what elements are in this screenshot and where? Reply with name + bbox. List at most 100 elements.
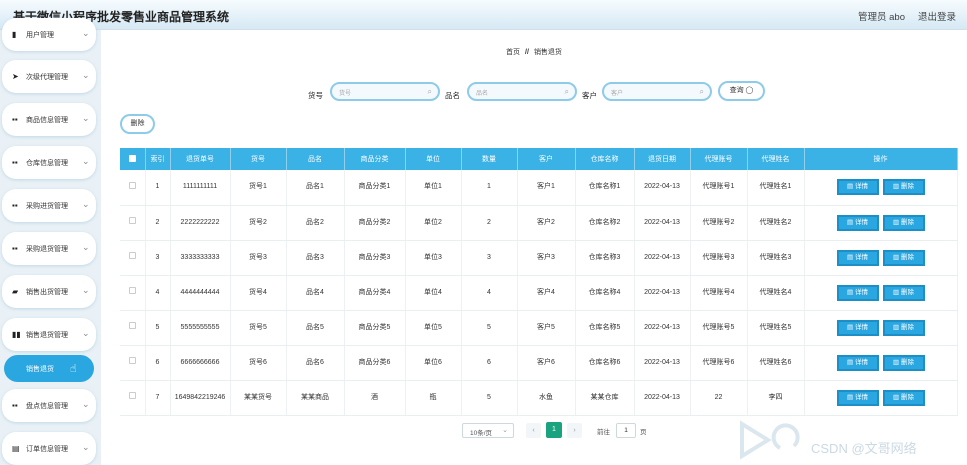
delete-button[interactable]: ▥ 删除: [882, 214, 925, 231]
grid-icon: ▪▪: [12, 115, 18, 124]
table-cell: 商品分类3: [344, 240, 406, 276]
sidebar-item-orders[interactable]: ▤ 订单信息管理 ⌄: [2, 432, 96, 465]
table-cell: 品名1: [286, 170, 345, 206]
select-all-checkbox[interactable]: [120, 148, 146, 170]
column-header[interactable]: 仓库名称: [575, 148, 635, 170]
document-icon: ▤: [12, 444, 20, 453]
row-checkbox[interactable]: [120, 205, 146, 241]
sidebar-item-purchase-in[interactable]: ▪▪ 采购进货管理 ⌄: [2, 189, 96, 222]
row-checkbox[interactable]: [120, 275, 146, 311]
sidebar-item-warehouse[interactable]: ▪▪ 仓库信息管理 ⌄: [2, 146, 96, 179]
search-input-item-no[interactable]: 货号 ⌕: [330, 82, 440, 101]
detail-button[interactable]: ▤ 详情: [836, 284, 879, 301]
table-cell: 2022-04-13: [634, 170, 691, 206]
table-cell: 品名5: [286, 310, 345, 346]
table-cell: 代理姓名3: [747, 240, 805, 276]
logout-link[interactable]: 退出登录: [918, 9, 956, 23]
search-label-customer: 客户: [582, 91, 597, 100]
detail-button[interactable]: ▤ 详情: [836, 249, 879, 266]
detail-button[interactable]: ▤ 详情: [836, 179, 879, 196]
delete-button[interactable]: ▥ 删除: [882, 389, 925, 406]
delete-button[interactable]: ▥ 删除: [882, 319, 925, 336]
detail-button[interactable]: ▤ 详情: [836, 214, 879, 231]
pagination: 10条/页 ⌄ ‹ 1 › 前往 1 页: [101, 422, 967, 442]
sidebar-item-users[interactable]: ▮ 用户管理 ⌄: [2, 18, 96, 51]
goto-page-input[interactable]: 1: [616, 423, 636, 438]
table-cell: 酒: [344, 380, 406, 416]
sidebar-item-goods[interactable]: ▪▪ 商品信息管理 ⌄: [2, 103, 96, 136]
row-checkbox[interactable]: [120, 380, 146, 416]
row-actions: ▤ 详情 ▥ 删除: [804, 345, 958, 381]
column-header[interactable]: 货号: [230, 148, 287, 170]
chevron-down-icon: ⌄: [82, 28, 90, 38]
sidebar-item-purchase-return[interactable]: ▪▪ 采购退货管理 ⌄: [2, 232, 96, 265]
table-cell: 代理账号2: [690, 205, 748, 241]
table-cell: 瓶: [405, 380, 462, 416]
sidebar-item-sub-agent[interactable]: ➤ 次级代理管理 ⌄: [2, 60, 96, 93]
row-checkbox[interactable]: [120, 240, 146, 276]
delete-button[interactable]: ▥ 删除: [882, 179, 925, 196]
table-cell: 4: [145, 275, 171, 311]
batch-delete-button[interactable]: 删除: [120, 114, 155, 134]
column-header[interactable]: 单位: [405, 148, 462, 170]
table-cell: 品名4: [286, 275, 345, 311]
row-checkbox[interactable]: [120, 345, 146, 381]
column-header[interactable]: 数量: [461, 148, 518, 170]
search-input-customer[interactable]: 客户 ⌕: [602, 82, 712, 101]
admin-user[interactable]: 管理员 abo: [858, 9, 905, 23]
table-cell: 仓库名称2: [575, 205, 635, 241]
table-cell: 商品分类4: [344, 275, 406, 311]
column-header[interactable]: 代理账号: [690, 148, 748, 170]
detail-button[interactable]: ▤ 详情: [836, 319, 879, 336]
column-header[interactable]: 代理姓名: [747, 148, 805, 170]
delete-button[interactable]: ▥ 删除: [882, 249, 925, 266]
detail-button[interactable]: ▤ 详情: [836, 389, 879, 406]
column-header[interactable]: 退货日期: [634, 148, 691, 170]
breadcrumb-home[interactable]: 首页: [506, 49, 520, 56]
sidebar-subitem-sales-return[interactable]: 销售退货 ☝: [4, 355, 94, 382]
table-cell: 客户4: [517, 275, 576, 311]
table-cell: 3: [145, 240, 171, 276]
sidebar-item-label: 销售退货管理: [26, 332, 68, 339]
row-checkbox[interactable]: [120, 310, 146, 346]
table-cell: 代理姓名2: [747, 205, 805, 241]
search-icon: ⌕: [699, 87, 704, 96]
delete-button[interactable]: ▥ 删除: [882, 284, 925, 301]
chevron-down-icon: ⌄: [82, 399, 90, 409]
chevron-up-icon: ⌄: [82, 328, 90, 338]
table-cell: 货号1: [230, 170, 287, 206]
table-cell: 2: [461, 205, 518, 241]
table-cell: 6: [461, 345, 518, 381]
column-header[interactable]: 退货单号: [170, 148, 231, 170]
returns-table: 索引 退货单号 货号 品名 商品分类 单位 数量 客户 仓库名称 退货日期 代理…: [120, 148, 958, 416]
page-unit-label: 页: [640, 429, 647, 436]
sidebar-item-label: 订单信息管理: [26, 446, 68, 453]
search-icon: ⌕: [564, 87, 569, 96]
column-header[interactable]: 商品分类: [344, 148, 406, 170]
column-header[interactable]: 品名: [286, 148, 345, 170]
sidebar-item-sales-return[interactable]: ▮▮ 销售退货管理 ⌄: [2, 318, 96, 351]
table-cell: 单位2: [405, 205, 462, 241]
table-cell: 代理姓名1: [747, 170, 805, 206]
sidebar-item-inventory[interactable]: ▪▪ 盘点信息管理 ⌄: [2, 389, 96, 422]
search-input-product[interactable]: 品名 ⌕: [467, 82, 577, 101]
delete-button[interactable]: ▥ 删除: [882, 354, 925, 371]
table-cell: 3333333333: [170, 240, 231, 276]
table-cell: 2022-04-13: [634, 240, 691, 276]
detail-button[interactable]: ▤ 详情: [836, 354, 879, 371]
current-page-button[interactable]: 1: [546, 422, 562, 438]
next-page-button[interactable]: ›: [567, 423, 582, 438]
table-cell: 单位1: [405, 170, 462, 206]
row-checkbox[interactable]: [120, 170, 146, 206]
sidebar-item-sales-out[interactable]: ▰ 销售出货管理 ⌄: [2, 275, 96, 308]
breadcrumb-current: 销售退货: [533, 49, 562, 56]
prev-page-button[interactable]: ‹: [526, 423, 541, 438]
column-header[interactable]: 客户: [517, 148, 576, 170]
table-cell: 仓库名称6: [575, 345, 635, 381]
query-button[interactable]: 查询 ◯: [718, 81, 765, 101]
chevron-down-icon: ⌄: [82, 442, 90, 452]
page-size-select[interactable]: 10条/页 ⌄: [462, 423, 514, 438]
grid-icon: ▪▪: [12, 401, 18, 410]
column-header[interactable]: 索引: [145, 148, 171, 170]
table-cell: 代理账号4: [690, 275, 748, 311]
